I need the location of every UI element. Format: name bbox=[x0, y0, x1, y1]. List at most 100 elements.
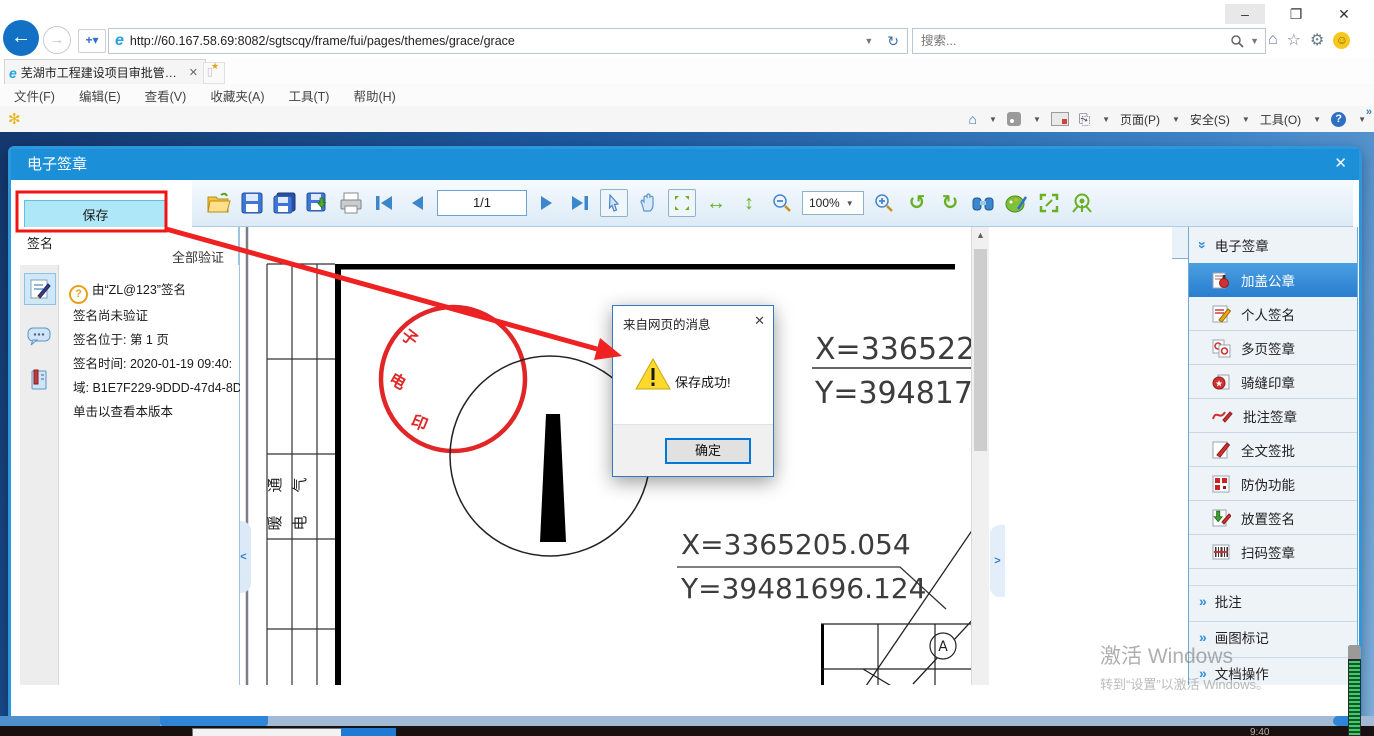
cmd-security[interactable]: 安全(S) bbox=[1190, 111, 1230, 128]
select-tool-icon[interactable] bbox=[600, 189, 628, 217]
feedback-smiley-icon[interactable]: ☺ bbox=[1333, 32, 1350, 49]
browser-tab[interactable]: e 芜湖市工程建设项目审批管… ✕ bbox=[4, 59, 206, 85]
next-page-icon[interactable] bbox=[534, 190, 560, 216]
sidebar-item-antifake[interactable]: 防伪功能 bbox=[1189, 467, 1357, 501]
find-icon[interactable] bbox=[970, 190, 996, 216]
fit-height-icon[interactable]: ↕ bbox=[736, 190, 762, 216]
sidebar-item-seam-seal[interactable]: ★ 骑缝印章 bbox=[1189, 365, 1357, 399]
rotate-left-icon[interactable]: ↺ bbox=[904, 190, 930, 216]
close-button[interactable]: ✕ bbox=[1324, 4, 1364, 24]
home-icon[interactable]: ⌂ bbox=[1268, 31, 1278, 49]
fit-width-icon[interactable]: ↔ bbox=[703, 190, 729, 216]
menu-favorites[interactable]: 收藏夹(A) bbox=[210, 86, 264, 105]
back-button[interactable]: ← bbox=[3, 20, 39, 56]
taskbar-active-app[interactable] bbox=[341, 728, 396, 736]
search-input[interactable] bbox=[913, 33, 1230, 49]
cmd-tools[interactable]: 工具(O) bbox=[1260, 111, 1301, 128]
more-chevron-icon[interactable]: » bbox=[1366, 106, 1372, 118]
sidebar-item-company-seal[interactable]: 加盖公章 bbox=[1189, 263, 1357, 297]
menu-tools[interactable]: 工具(T) bbox=[288, 86, 329, 105]
modal-close-icon[interactable]: ✕ bbox=[1334, 156, 1347, 172]
rss-icon[interactable] bbox=[1007, 112, 1021, 126]
signature-line-location: 签名位于: 第 1 页 bbox=[73, 329, 169, 348]
scroll-thumb[interactable] bbox=[974, 249, 987, 451]
modal-scrollbar[interactable] bbox=[1348, 645, 1361, 736]
coord-upper-x: X=336522 bbox=[815, 332, 972, 367]
signature-line-domain: 域: B1E7F229-9DDD-47d4-8DC3 bbox=[73, 377, 258, 396]
signature-line-view-version[interactable]: 单击以查看本版本 bbox=[73, 401, 173, 420]
svg-text:通: 通 bbox=[266, 477, 284, 492]
favorites-star-icon[interactable]: ☆ bbox=[1287, 30, 1301, 50]
forward-button[interactable]: → bbox=[43, 26, 71, 54]
first-page-icon[interactable] bbox=[371, 190, 397, 216]
search-dropdown-icon[interactable]: ▼ bbox=[1244, 36, 1265, 46]
new-tab-button[interactable]: ▯★ bbox=[203, 62, 225, 84]
save-all-icon[interactable] bbox=[272, 190, 298, 216]
favorites-bar-icon[interactable]: ✻ bbox=[8, 110, 21, 128]
sidebar-item-personal-signature[interactable]: 个人签名 bbox=[1189, 297, 1357, 331]
signatures-tab-icon[interactable] bbox=[24, 273, 56, 305]
fullscreen-icon[interactable] bbox=[1036, 190, 1062, 216]
tab-close-icon[interactable]: ✕ bbox=[186, 66, 201, 79]
minimize-button[interactable]: – bbox=[1225, 4, 1265, 24]
verify-all-button[interactable]: 全部验证 bbox=[172, 247, 224, 266]
sidebar-section-draw-marks[interactable]: » 画图标记 bbox=[1189, 621, 1357, 651]
sidebar-item-annotation-seal[interactable]: 批注签章 bbox=[1189, 399, 1357, 433]
settings-gear-icon[interactable]: ⚙ bbox=[1310, 30, 1324, 50]
open-file-icon[interactable] bbox=[206, 190, 232, 216]
cmd-home-icon[interactable]: ⌂ bbox=[969, 111, 977, 127]
signature-panel: 签名 全部验证 ?由“ZL@123”签名 签名尚未验证 签名位于: 第 1 页 … bbox=[20, 227, 240, 685]
zoom-out-icon[interactable] bbox=[769, 190, 795, 216]
menu-edit[interactable]: 编辑(E) bbox=[79, 86, 121, 105]
pan-hand-icon[interactable] bbox=[635, 190, 661, 216]
zoom-in-icon[interactable] bbox=[871, 190, 897, 216]
taskbar-search-box[interactable] bbox=[192, 728, 342, 736]
sidebar-section-doc-operations[interactable]: » 文档操作 bbox=[1189, 657, 1357, 687]
pdf-vertical-scrollbar[interactable]: ▲ bbox=[971, 227, 989, 685]
prev-page-icon[interactable] bbox=[404, 190, 430, 216]
comments-tab-icon[interactable] bbox=[24, 321, 54, 351]
print-icon[interactable] bbox=[338, 190, 364, 216]
dialog-close-icon[interactable]: ✕ bbox=[754, 313, 765, 329]
cmd-help-icon[interactable]: ? bbox=[1331, 112, 1346, 127]
page-indicator[interactable]: 1/1 bbox=[437, 190, 527, 216]
last-page-icon[interactable] bbox=[567, 190, 593, 216]
sidebar-item-multipage-seal[interactable]: 多页签章 bbox=[1189, 331, 1357, 365]
sidebar-section-esign[interactable]: » 电子签章 bbox=[1189, 230, 1357, 260]
sidebar-item-scan-code-seal[interactable]: 扫码签章 bbox=[1189, 535, 1357, 569]
search-icon[interactable] bbox=[1230, 34, 1244, 48]
zoom-dropdown-icon: ▼ bbox=[840, 199, 863, 208]
collapse-right-panel-handle[interactable]: > bbox=[990, 525, 1005, 597]
scroll-up-icon[interactable]: ▲ bbox=[972, 227, 989, 244]
cmd-print-icon[interactable]: ⎘ bbox=[1079, 111, 1090, 128]
page-bottom-strip bbox=[0, 716, 1374, 726]
sidebar-item-place-signature[interactable]: 放置签名 bbox=[1189, 501, 1357, 535]
refresh-icon[interactable]: ↻ bbox=[879, 33, 907, 50]
rotate-right-icon[interactable]: ↻ bbox=[937, 190, 963, 216]
zoom-level-select[interactable]: 100% ▼ bbox=[802, 191, 864, 215]
appearance-icon[interactable] bbox=[1003, 190, 1029, 216]
search-bar[interactable]: ▼ bbox=[912, 28, 1266, 54]
collapse-left-panel-handle[interactable]: < bbox=[240, 521, 251, 593]
compatibility-icon[interactable]: +▾ bbox=[78, 29, 106, 53]
scrollbar-thumb-striped[interactable] bbox=[1349, 661, 1360, 735]
maximize-button[interactable]: ❐ bbox=[1276, 4, 1316, 24]
sidebar-section-annotation[interactable]: » 批注 bbox=[1189, 585, 1357, 615]
versions-tab-icon[interactable] bbox=[24, 365, 54, 395]
address-bar[interactable]: e http://60.167.58.69:8082/sgtscqy/frame… bbox=[108, 28, 908, 54]
verify-stamp-icon[interactable] bbox=[1069, 190, 1095, 216]
menu-file[interactable]: 文件(F) bbox=[14, 86, 55, 105]
menu-view[interactable]: 查看(V) bbox=[145, 86, 187, 105]
url-text[interactable]: http://60.167.58.69:8082/sgtscqy/frame/f… bbox=[130, 34, 858, 48]
save-as-icon[interactable] bbox=[305, 190, 331, 216]
url-dropdown-icon[interactable]: ▼ bbox=[858, 36, 879, 46]
signature-line-signer[interactable]: ?由“ZL@123”签名 bbox=[69, 279, 186, 304]
save-file-icon[interactable] bbox=[239, 190, 265, 216]
sidebar-item-fulltext-sign[interactable]: 全文签批 bbox=[1189, 433, 1357, 467]
svg-text:电: 电 bbox=[386, 369, 409, 393]
menu-help[interactable]: 帮助(H) bbox=[353, 86, 395, 105]
cmd-page[interactable]: 页面(P) bbox=[1120, 111, 1160, 128]
ok-button[interactable]: 确定 bbox=[665, 438, 751, 464]
fit-page-icon[interactable] bbox=[668, 189, 696, 217]
mail-icon[interactable] bbox=[1051, 112, 1069, 126]
